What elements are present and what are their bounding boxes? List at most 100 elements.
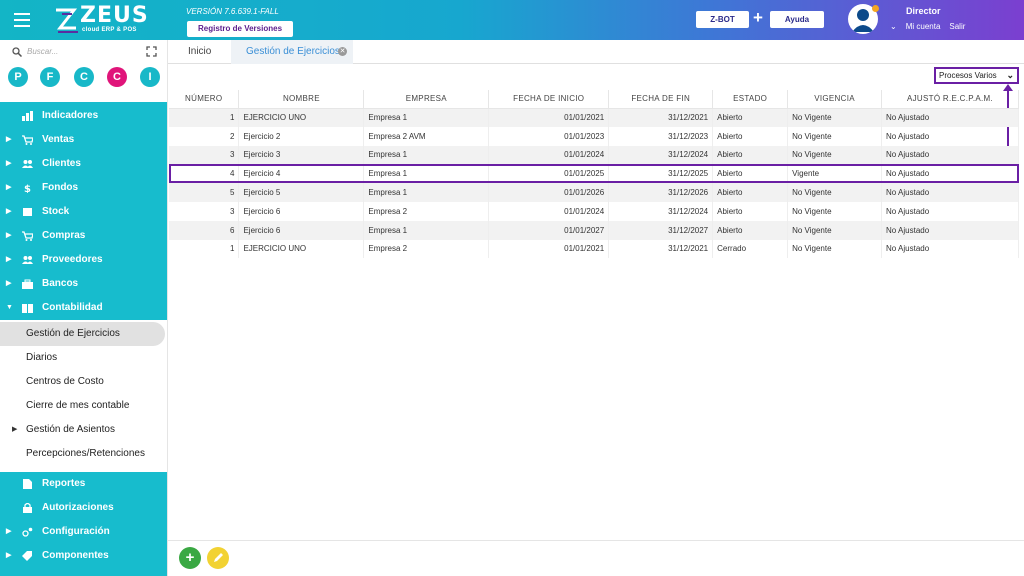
table-cell: Empresa 2: [363, 239, 490, 259]
sidebar-item-autorizaciones[interactable]: Autorizaciones: [0, 496, 167, 520]
sidebar-item-label: Configuración: [42, 526, 110, 537]
sidebar-item-clientes[interactable]: ▶ Clientes: [0, 152, 167, 176]
column-header[interactable]: FECHA DE FIN: [608, 90, 714, 109]
sidebar-item-configuraci-n[interactable]: ▶ Configuración: [0, 520, 167, 544]
table-cell: Ejercicio 4: [238, 164, 365, 184]
exercises-table: NÚMERO NOMBRE EMPRESA FECHA DE INICIO FECHA …: [169, 90, 1019, 259]
sidebar-item-label: Indicadores: [42, 110, 99, 121]
quick-button-p[interactable]: P: [8, 67, 28, 87]
close-icon[interactable]: ✕: [338, 47, 347, 56]
fullscreen-icon[interactable]: [146, 46, 157, 57]
submenu-item-diarios[interactable]: Diarios: [0, 346, 167, 370]
table-row[interactable]: 4 Ejercicio 4 Empresa 1 01/01/2025 31/12/202…: [169, 164, 1019, 184]
caret-right-icon: ▼: [6, 304, 13, 311]
chevron-down-icon: ⌄: [1006, 70, 1014, 80]
version-log-button[interactable]: Registro de Versiones: [187, 21, 293, 37]
footer-divider: [168, 540, 1024, 541]
table-row[interactable]: 6 Ejercicio 6 Empresa 1 01/01/2027 31/12/202…: [169, 220, 1019, 240]
table-cell: Empresa 1: [363, 183, 490, 202]
submenu-item-gesti-n-de-asientos[interactable]: ▶ Gestión de Asientos: [0, 418, 167, 442]
sidebar-item-indicadores[interactable]: Indicadores: [0, 104, 167, 128]
procesos-varios-select[interactable]: Procesos Varios ⌄: [934, 67, 1019, 84]
table-cell: No Vigente: [787, 145, 883, 165]
table-header-row: NÚMERO NOMBRE EMPRESA FECHA DE INICIO FECHA …: [169, 90, 1019, 109]
table-row[interactable]: 3 Ejercicio 3 Empresa 1 01/01/2024 31/12/202…: [169, 145, 1019, 165]
sidebar-item-compras[interactable]: ▶ Compras: [0, 224, 167, 248]
table-cell: No Ajustado: [881, 183, 1019, 202]
sidebar-item-fondos[interactable]: ▶ $ Fondos: [0, 176, 167, 200]
table-cell: 31/12/2021: [608, 108, 714, 127]
column-header[interactable]: NÚMERO: [169, 90, 240, 109]
column-header[interactable]: VIGENCIA: [787, 90, 883, 109]
quick-button-c1[interactable]: C: [74, 67, 94, 87]
table-row[interactable]: 3 Ejercicio 6 Empresa 2 01/01/2024 31/12/202…: [169, 201, 1019, 221]
table-row[interactable]: 2 Ejercicio 2 Empresa 2 AVM 01/01/2023 31/12…: [169, 126, 1019, 146]
sidebar-item-ventas[interactable]: ▶ Ventas: [0, 128, 167, 152]
tab-bar: Inicio Gestión de Ejercicios ✕: [168, 40, 1024, 64]
quick-button-f[interactable]: F: [40, 67, 60, 87]
box-icon: [23, 208, 32, 216]
user-links: ⌄ Mi cuenta Salir: [890, 22, 974, 31]
quick-button-c2[interactable]: C: [107, 67, 127, 87]
sidebar-item-label: Autorizaciones: [42, 502, 114, 513]
table-cell: No Ajustado: [881, 108, 1019, 127]
sidebar-item-bancos[interactable]: ▶ Bancos: [0, 272, 167, 296]
table-cell: Abierto: [712, 183, 789, 202]
column-header[interactable]: ESTADO: [712, 90, 789, 109]
zbot-button[interactable]: Z-BOT: [696, 11, 749, 28]
table-cell: 31/12/2027: [608, 220, 714, 240]
table-row[interactable]: 1 EJERCICIO UNO Empresa 2 01/01/2021 31/12/2…: [169, 239, 1019, 259]
chevron-down-icon[interactable]: ⌄: [890, 22, 897, 31]
caret-right-icon: ▶: [6, 528, 12, 535]
sidebar-item-label: Bancos: [42, 278, 79, 289]
submenu-item-cierre-de-mes-contable[interactable]: Cierre de mes contable: [0, 394, 167, 418]
table-cell: 31/12/2024: [608, 145, 714, 165]
table-row[interactable]: 5 Ejercicio 5 Empresa 1 01/01/2026 31/12/202…: [169, 183, 1019, 202]
help-button[interactable]: Ayuda: [770, 11, 824, 28]
version-label: VERSIÓN 7.6.639.1-FALL: [186, 7, 279, 16]
edit-button[interactable]: [207, 547, 229, 569]
sidebar-item-proveedores[interactable]: ▶ Proveedores: [0, 248, 167, 272]
main-content: Inicio Gestión de Ejercicios ✕ Procesos …: [167, 40, 1024, 576]
add-button[interactable]: +: [179, 547, 201, 569]
sidebar-item-stock[interactable]: ▶ Stock: [0, 200, 167, 224]
column-header[interactable]: EMPRESA: [363, 90, 490, 109]
my-account-link[interactable]: Mi cuenta: [906, 22, 941, 31]
tab-inicio[interactable]: Inicio: [188, 40, 211, 64]
table-cell: No Vigente: [787, 183, 883, 202]
column-header[interactable]: AJUSTÓ R.E.C.P.A.M.: [881, 90, 1019, 109]
sidebar-item-reportes[interactable]: Reportes: [0, 472, 167, 496]
submenu-item-label: Cierre de mes contable: [26, 400, 130, 411]
table-cell: Empresa 2: [363, 201, 490, 221]
table-cell: 01/01/2024: [488, 145, 610, 165]
logout-link[interactable]: Salir: [949, 22, 965, 31]
search-icon: [12, 47, 22, 57]
table-cell: 31/12/2026: [608, 183, 714, 202]
pencil-icon: [214, 553, 223, 562]
sidebar-item-contabilidad[interactable]: ▼ Contabilidad: [0, 296, 167, 320]
submenu-item-percepciones-retenciones[interactable]: Percepciones/Retenciones: [0, 442, 167, 466]
column-header[interactable]: NOMBRE: [238, 90, 365, 109]
table-cell: 1: [169, 239, 240, 259]
table-cell: 3: [169, 145, 240, 165]
tab-label: Gestión de Ejercicios: [246, 46, 340, 57]
people-icon: [22, 160, 33, 168]
table-cell: Empresa 2 AVM: [363, 126, 490, 146]
tab-gestion-ejercicios[interactable]: Gestión de Ejercicios ✕: [231, 40, 353, 64]
search-input[interactable]: Buscar...: [27, 47, 58, 56]
quick-button-i[interactable]: I: [140, 67, 160, 87]
sidebar-item-componentes[interactable]: ▶ Componentes: [0, 544, 167, 568]
column-header[interactable]: FECHA DE INICIO: [488, 90, 610, 109]
table-cell: Vigente: [787, 164, 883, 184]
table-cell: 31/12/2024: [608, 201, 714, 221]
svg-text:$: $: [24, 184, 31, 193]
table-cell: 01/01/2024: [488, 201, 610, 221]
table-row[interactable]: 1 EJERCICIO UNO Empresa 1 01/01/2021 31/12/2…: [169, 108, 1019, 127]
search-box[interactable]: Buscar...: [12, 46, 158, 60]
submenu-item-centros-de-costo[interactable]: Centros de Costo: [0, 370, 167, 394]
submenu-item-gesti-n-de-ejercicios[interactable]: Gestión de Ejercicios: [0, 322, 165, 346]
table-cell: 2: [169, 126, 240, 146]
hamburger-menu-icon[interactable]: [14, 13, 30, 27]
sidebar-item-label: Ventas: [42, 134, 75, 145]
tag-icon: [22, 551, 32, 561]
